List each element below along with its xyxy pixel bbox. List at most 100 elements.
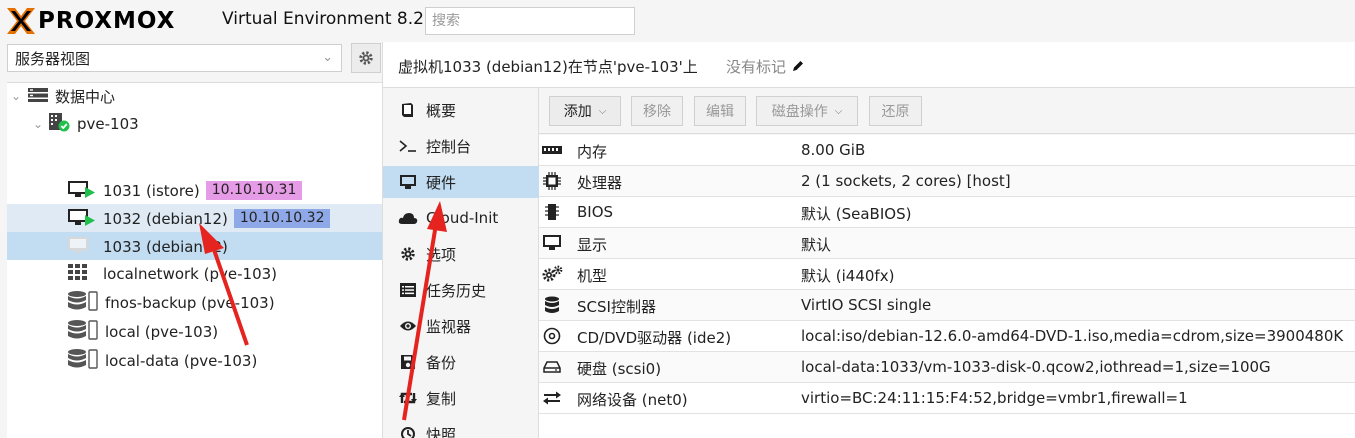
tree-item-vm-1031[interactable]: 1031 (istore) 10.10.10.31 bbox=[67, 177, 303, 204]
nav-item-replication[interactable]: 复制 bbox=[383, 382, 539, 414]
nav-item-cloud-init[interactable]: Cloud-Init bbox=[383, 202, 539, 234]
nav-item-snapshot[interactable]: 快照 bbox=[383, 418, 539, 438]
nav-item-hardware[interactable]: 硬件 bbox=[383, 166, 539, 198]
hdd-icon bbox=[541, 357, 563, 377]
vm-running-icon bbox=[67, 207, 97, 231]
view-settings-button[interactable] bbox=[351, 43, 381, 73]
tree-item-label: fnos-backup (pve-103) bbox=[105, 293, 275, 312]
tree-item-datacenter[interactable]: 数据中心 bbox=[27, 83, 115, 110]
hw-value: VirtIO SCSI single bbox=[801, 296, 932, 314]
tree-item-node-pve-103[interactable]: pve-103 bbox=[47, 110, 139, 137]
nav-item-label: 监视器 bbox=[426, 317, 472, 336]
proxmox-logo[interactable]: PROXMOX bbox=[6, 6, 175, 36]
resource-panel: 服务器视图 ⌄ ⌄ 数据中心 ⌄ pve-103 1031 (istore) 1… bbox=[0, 42, 382, 438]
tree-item-localnetwork[interactable]: localnetwork (pve-103) bbox=[67, 260, 277, 287]
product-version-title: Virtual Environment 8.2.2 bbox=[222, 9, 441, 29]
view-select[interactable]: 服务器视图 ⌄ bbox=[7, 44, 342, 72]
cpu-icon bbox=[541, 171, 563, 191]
hardware-toolbar: 添加 ⌵ 移除 编辑 磁盘操作 ⌵ 还原 bbox=[539, 88, 1355, 134]
tree-item-local[interactable]: local (pve-103) bbox=[67, 318, 218, 345]
nav-item-label: 控制台 bbox=[426, 137, 472, 156]
hw-value: 默认 (SeaBIOS) bbox=[801, 205, 912, 223]
table-row[interactable]: BIOS 默认 (SeaBIOS) bbox=[539, 197, 1355, 228]
tree-item-label: local-data (pve-103) bbox=[105, 351, 258, 370]
nav-item-label: 快照 bbox=[426, 425, 457, 438]
table-row[interactable]: 机型 默认 (i440fx) bbox=[539, 259, 1355, 290]
node-online-icon bbox=[47, 112, 71, 136]
table-row[interactable]: 硬盘 (scsi0) local-data:1033/vm-1033-disk-… bbox=[539, 352, 1355, 383]
logo-text: PROXMOX bbox=[38, 8, 176, 34]
edit-button[interactable]: 编辑 bbox=[694, 96, 746, 126]
add-button-label: 添加 bbox=[563, 104, 592, 120]
page-title: 虚拟机1033 (debian12)在节点'pve-103'上 bbox=[398, 58, 698, 76]
gear-icon bbox=[359, 51, 373, 65]
tree-item-vm-1033[interactable]: 1033 (debian12) bbox=[67, 233, 228, 260]
hw-value: virtio=BC:24:11:15:F4:52,bridge=vmbr1,fi… bbox=[801, 389, 1188, 407]
tree-item-label: localnetwork (pve-103) bbox=[103, 264, 278, 283]
tree-item-fnos-backup[interactable]: fnos-backup (pve-103) bbox=[67, 289, 275, 316]
display-icon bbox=[541, 233, 563, 253]
chevron-down-icon: ⌵ bbox=[834, 105, 843, 117]
ip-tag[interactable]: 10.10.10.32 bbox=[233, 209, 331, 228]
chevron-down-icon: ⌵ bbox=[598, 105, 607, 117]
tree-item-label: local (pve-103) bbox=[105, 322, 219, 341]
proxmox-x-icon bbox=[7, 8, 35, 34]
ip-tag[interactable]: 10.10.10.31 bbox=[205, 181, 303, 200]
exchange-icon bbox=[541, 388, 563, 408]
disk-action-button[interactable]: 磁盘操作 ⌵ bbox=[756, 96, 858, 126]
collapse-arrow-icon[interactable]: ⌄ bbox=[33, 117, 43, 131]
hw-name: 机型 bbox=[577, 267, 608, 285]
nav-item-task-history[interactable]: 任务历史 bbox=[383, 274, 539, 306]
datacenter-icon bbox=[27, 87, 49, 107]
nav-item-options[interactable]: 选项 bbox=[383, 238, 539, 270]
search-input[interactable] bbox=[425, 7, 635, 35]
tree-item-label: pve-103 bbox=[77, 114, 139, 133]
pencil-icon[interactable] bbox=[791, 59, 805, 73]
revert-button[interactable]: 还原 bbox=[869, 96, 922, 126]
nav-item-console[interactable]: 控制台 bbox=[383, 130, 539, 162]
nav-item-monitor[interactable]: 监视器 bbox=[383, 310, 539, 342]
hw-name: BIOS bbox=[577, 203, 614, 221]
hw-value: 8.00 GiB bbox=[801, 141, 866, 159]
tree-item-local-data[interactable]: local-data (pve-103) bbox=[67, 347, 257, 374]
table-row[interactable]: 处理器 2 (1 sockets, 2 cores) [host] bbox=[539, 166, 1355, 197]
view-select-value: 服务器视图 bbox=[15, 49, 91, 68]
table-row[interactable]: SCSI控制器 VirtIO SCSI single bbox=[539, 290, 1355, 321]
nav-item-backup[interactable]: 备份 bbox=[383, 346, 539, 378]
edit-button-label: 编辑 bbox=[706, 104, 734, 120]
list-icon bbox=[398, 282, 418, 298]
table-row[interactable]: CD/DVD驱动器 (ide2) local:iso/debian-12.6.0… bbox=[539, 321, 1355, 352]
cdrom-icon bbox=[541, 326, 563, 346]
vm-nav-menu: 概要 控制台 硬件 Cloud-Init 选项 任务历史 监视器 备份 复制 快… bbox=[382, 88, 539, 438]
vm-running-icon bbox=[67, 179, 97, 203]
remove-button[interactable]: 移除 bbox=[631, 96, 683, 126]
table-row[interactable]: 内存 8.00 GiB bbox=[539, 135, 1355, 166]
collapse-arrow-icon[interactable]: ⌄ bbox=[11, 89, 21, 103]
tree-item-vm-1032[interactable]: 1032 (debian12) 10.10.10.32 bbox=[67, 205, 331, 232]
content-header: 虚拟机1033 (debian12)在节点'pve-103'上 没有标记 bbox=[382, 42, 1355, 88]
hw-value: 2 (1 sockets, 2 cores) [host] bbox=[801, 172, 1011, 190]
nav-item-label: 备份 bbox=[426, 353, 457, 372]
storage-icon bbox=[67, 319, 99, 345]
add-button[interactable]: 添加 ⌵ bbox=[549, 96, 621, 126]
top-bar: PROXMOX Virtual Environment 8.2.2 bbox=[0, 0, 1355, 42]
gear-icon bbox=[398, 246, 418, 262]
cogs-icon bbox=[541, 264, 563, 284]
storage-icon bbox=[67, 290, 99, 316]
table-row[interactable]: 网络设备 (net0) virtio=BC:24:11:15:F4:52,bri… bbox=[539, 383, 1355, 414]
database-icon bbox=[541, 295, 563, 315]
revert-button-label: 还原 bbox=[881, 104, 910, 120]
tree-item-label: 1031 (istore) bbox=[103, 181, 200, 200]
hw-value: 默认 (i440fx) bbox=[801, 267, 895, 285]
hw-name: SCSI控制器 bbox=[577, 298, 656, 316]
disk-action-button-label: 磁盘操作 bbox=[771, 104, 828, 120]
tags-edit[interactable]: 没有标记 bbox=[726, 56, 805, 77]
retweet-icon bbox=[398, 390, 418, 406]
hw-value: local:iso/debian-12.6.0-amd64-DVD-1.iso,… bbox=[801, 327, 1344, 345]
nav-item-summary[interactable]: 概要 bbox=[383, 94, 539, 126]
tree-item-label: 数据中心 bbox=[55, 88, 116, 106]
memory-icon bbox=[541, 140, 563, 160]
table-row[interactable]: 显示 默认 bbox=[539, 228, 1355, 259]
terminal-icon bbox=[398, 138, 418, 154]
hw-value: local-data:1033/vm-1033-disk-0.qcow2,iot… bbox=[801, 358, 1271, 376]
